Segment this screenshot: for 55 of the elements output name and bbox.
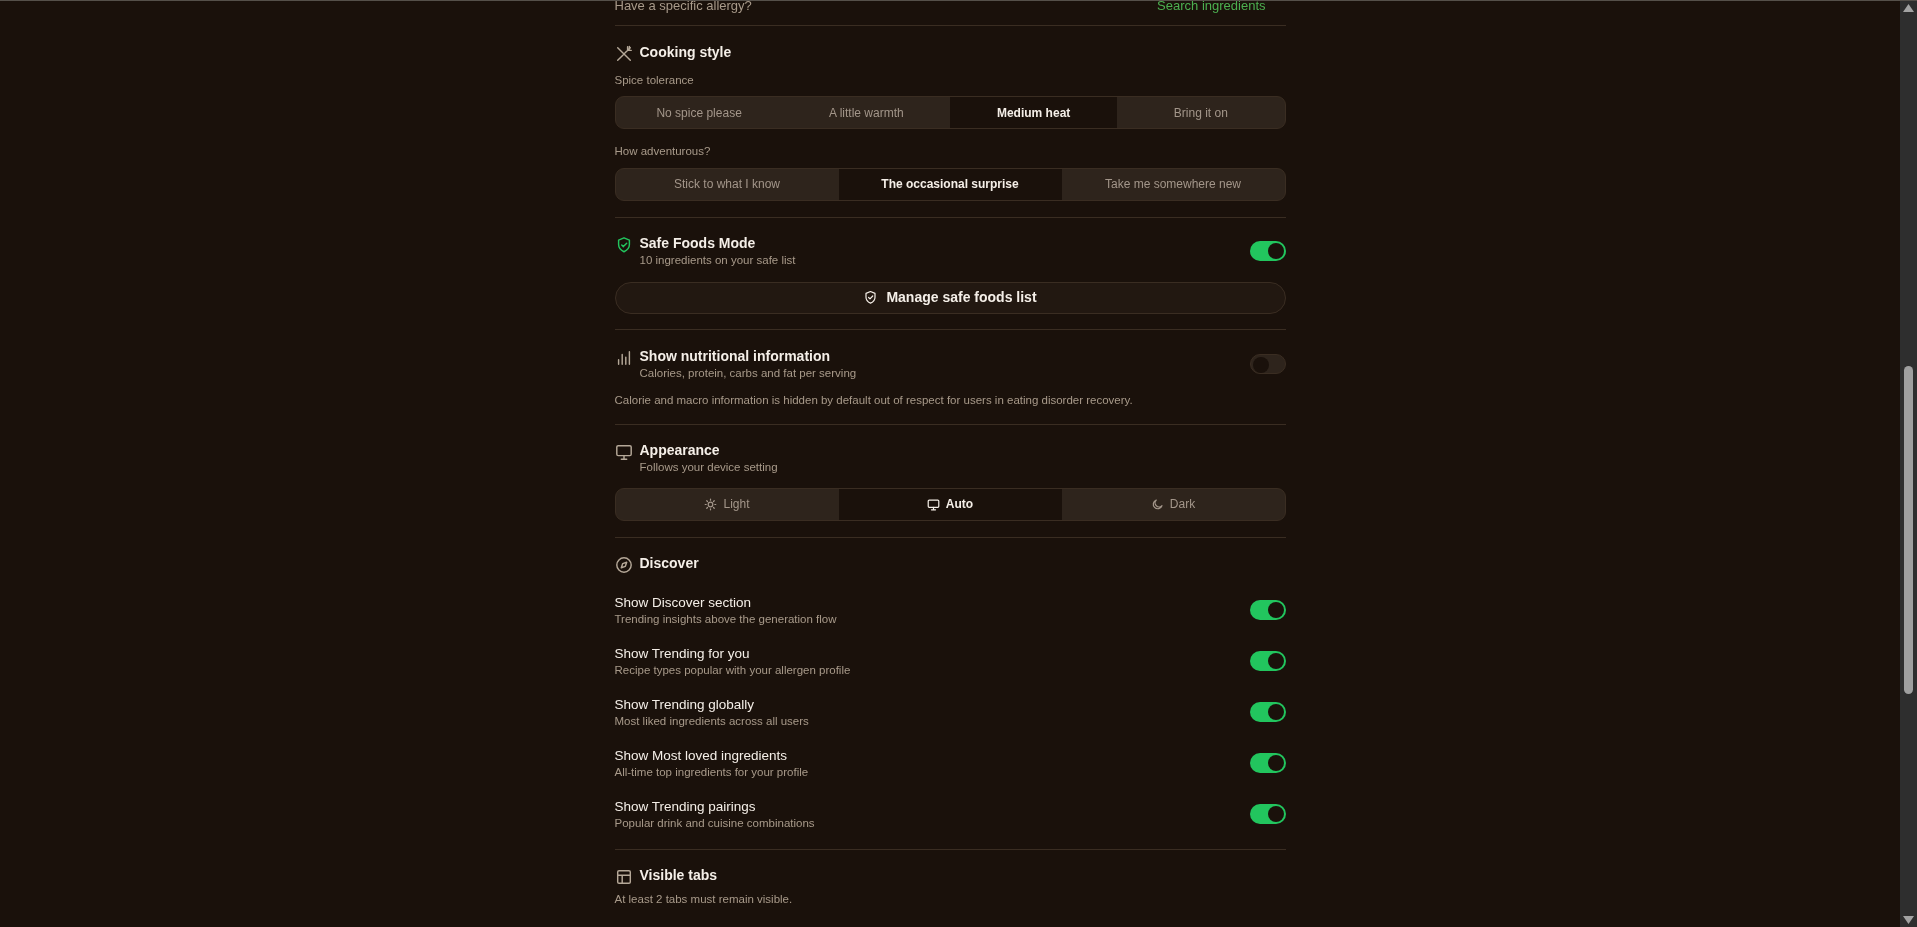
setting-title: Show Discover section — [614, 593, 753, 611]
section-title: Safe Foods Mode — [639, 233, 757, 253]
section-title: Discover — [639, 553, 699, 573]
setting-description: Trending insights above the generation flow — [614, 611, 837, 627]
toggle-switch[interactable] — [1249, 353, 1286, 374]
scroll-thumb[interactable] — [1904, 366, 1913, 694]
setting-title: Show Trending globally — [614, 695, 756, 713]
field-label: Spice tolerance — [614, 73, 695, 88]
setting-description: Recipe types popular with your allergen profile — [614, 662, 851, 678]
segment-option[interactable]: Auto — [838, 488, 1062, 520]
toggle-switch[interactable] — [1249, 600, 1286, 621]
moon-icon — [1150, 497, 1164, 511]
section-title: Visible tabs — [639, 865, 718, 885]
segment-option[interactable]: A little warmth — [782, 97, 950, 129]
monitor-icon — [926, 497, 940, 511]
shield-check-icon — [863, 290, 879, 305]
segment-option[interactable]: Bring it on — [1117, 97, 1285, 129]
setting-description: Popular drink and cuisine combinations — [614, 815, 815, 831]
allergy-question: Have a specific allergy? — [614, 1, 752, 15]
compass-icon — [614, 555, 633, 574]
section-subtitle: Calories, protein, carbs and fat per serving — [639, 365, 857, 381]
toggle-switch[interactable] — [1249, 804, 1286, 825]
setting-description: All-time top ingredients for your profile — [614, 764, 809, 780]
segment-option[interactable]: The occasional surprise — [838, 168, 1062, 200]
search-ingredients-link[interactable]: Search ingredients — [1157, 1, 1266, 15]
section-subtitle: At least 2 tabs must remain visible. — [614, 891, 794, 907]
segment-option[interactable]: Stick to what I know — [615, 168, 839, 200]
setting-title: Show Trending for you — [614, 644, 751, 662]
layout-icon — [614, 867, 633, 886]
section-subtitle: 10 ingredients on your safe list — [639, 252, 796, 268]
sun-icon — [704, 497, 718, 511]
scroll-down-icon[interactable] — [1903, 916, 1914, 924]
toggle-switch[interactable] — [1249, 240, 1286, 261]
toggle-switch[interactable] — [1249, 702, 1286, 723]
section-subtitle: Follows your device setting — [639, 459, 778, 475]
toggle-switch[interactable] — [1249, 651, 1286, 672]
scroll-up-icon[interactable] — [1903, 4, 1914, 12]
monitor-icon — [614, 442, 633, 461]
section-title: Show nutritional information — [639, 346, 832, 366]
section-title: Cooking style — [639, 43, 732, 62]
scrollbar[interactable] — [1900, 1, 1917, 927]
segment-option[interactable]: Light — [615, 488, 839, 520]
segment-option[interactable]: No spice please — [615, 97, 783, 129]
segment-option[interactable]: Dark — [1061, 488, 1285, 520]
toggle-switch[interactable] — [1249, 753, 1286, 774]
segment-option[interactable]: Medium heat — [950, 97, 1118, 129]
setting-title: Show Trending pairings — [614, 797, 757, 815]
manage-safe-foods-button[interactable]: Manage safe foods list — [614, 281, 1286, 314]
section-title: Appearance — [639, 440, 721, 460]
setting-description: Most liked ingredients across all users — [614, 713, 809, 729]
field-label: How adventurous? — [614, 144, 712, 160]
segment-option[interactable]: Take me somewhere new — [1061, 168, 1285, 200]
setting-title: Show Most loved ingredients — [614, 746, 789, 764]
info-note: Calorie and macro information is hidden by default out of respect for users in eating disorder recovery. — [614, 392, 1134, 408]
utensils-icon — [614, 45, 633, 63]
